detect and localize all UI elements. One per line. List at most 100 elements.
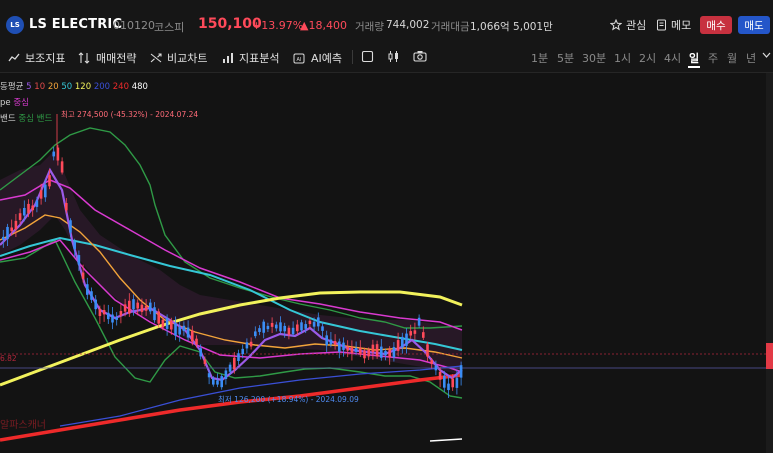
candle-body [35,200,39,207]
candle-body [279,322,282,332]
ma120-legend[interactable]: 120 [75,82,91,92]
candle-body [233,357,236,370]
period-1min[interactable]: 1분 [531,50,548,66]
candle-body [266,325,270,330]
candle-body [392,347,396,358]
star-icon [610,19,622,31]
candle-body [312,321,316,327]
candle-body [119,311,123,316]
candle-body [262,321,265,333]
memo-button[interactable]: 메모 [656,17,691,33]
favorite-button[interactable]: 관심 [610,17,646,33]
candle-body [69,220,72,233]
compare-button[interactable]: 비교차트 [150,50,207,66]
candle-body [405,333,408,346]
envelope-legend-label[interactable]: 중심 [13,98,29,108]
indicators-button[interactable]: 보조지표 [8,50,65,66]
candle-type-button[interactable] [387,50,400,63]
candle-body [300,322,303,331]
ma200-legend[interactable]: 200 [94,82,110,92]
analysis-button[interactable]: 지표분석 [222,50,279,66]
candle-body [44,184,47,198]
active-period-indicator [688,66,700,68]
ma50-legend[interactable]: 50 [61,82,72,92]
ma240-legend[interactable]: 240 [113,82,129,92]
candle-body [31,205,34,211]
candle-body [363,350,366,359]
indicator-icon [8,53,20,62]
candle-body [224,370,228,379]
svg-text:AI: AI [297,57,302,63]
candle-body [283,325,286,332]
candle-body [228,364,232,372]
candle-body [388,349,391,358]
candle-body [350,347,354,353]
collapse-button[interactable] [762,50,771,60]
candle-body [157,311,160,324]
favorite-label: 관심 [626,19,647,32]
ma5-legend[interactable]: 5 [26,82,31,92]
candle-body [270,322,274,327]
candle-body [258,328,261,332]
period-1hour[interactable]: 1시 [614,50,631,66]
candle-body [329,339,333,345]
candle-body [417,317,421,326]
market-label: 코스피 [154,21,185,34]
candle-body [170,320,173,330]
price-axis[interactable] [766,73,773,453]
candle-body [325,335,328,346]
candle-body [39,190,43,199]
candlestick-icon [388,51,398,62]
ai-predict-label: AI예측 [311,52,343,65]
strategy-label: 매매전략 [96,52,137,65]
candle-body [426,344,429,357]
strategy-button[interactable]: 매매전략 [78,50,136,66]
price-chart[interactable]: 최고 274,500 (-45.32%) - 2024.07.24 최저 126… [0,73,773,453]
candle-body [18,213,22,220]
ai-chip-icon: AI [293,53,305,63]
company-logo: LS [6,16,24,34]
candle-body [333,341,337,345]
bollinger-legend: 밴드 중심 밴드 [0,112,52,124]
period-4hour[interactable]: 4시 [664,50,681,66]
period-5min[interactable]: 5분 [557,50,574,66]
candle-body [144,305,148,311]
buy-button[interactable]: 매수 [700,16,732,34]
stock-name[interactable]: LS ELECTRIC [29,17,122,32]
candle-body [216,380,219,385]
screenshot-button[interactable] [413,50,427,62]
period-year[interactable]: 년 [746,50,756,66]
candle-body [434,365,438,371]
period-2hour[interactable]: 2시 [639,50,656,66]
candle-body [140,304,144,312]
candle-body [136,302,139,309]
candle-body [291,327,295,335]
layout-button[interactable] [361,50,374,63]
change-percent: +13.97% [252,19,304,32]
current-price-tag [766,343,773,369]
candle-body [27,203,30,214]
sell-button[interactable]: 매도 [738,16,770,34]
memo-icon [657,19,666,31]
alpha-scanner-label: 알파스캐너 [0,419,46,431]
candle-body [207,373,211,378]
period-month[interactable]: 월 [727,50,737,66]
ma10-legend[interactable]: 10 [34,82,45,92]
candle-body [123,304,127,312]
ma480-legend[interactable]: 480 [132,82,148,92]
period-day[interactable]: 일 [689,50,699,66]
candle-body [380,346,383,358]
toolbar-divider [352,50,353,64]
ma20-legend[interactable]: 20 [48,82,59,92]
candle-body [149,302,152,312]
bollinger-legend-label[interactable]: 중심 밴드 [18,114,52,124]
candle-body [367,349,370,357]
period-30min[interactable]: 30분 [582,50,606,66]
candle-body [94,299,97,310]
ai-predict-button[interactable]: AI AI예측 [292,50,342,66]
memo-label: 메모 [671,19,692,32]
high-annotation: 최고 274,500 (-45.32%) - 2024.07.24 [61,109,198,119]
candle-body [384,350,387,356]
candle-body [409,331,412,336]
period-week[interactable]: 주 [708,50,718,66]
